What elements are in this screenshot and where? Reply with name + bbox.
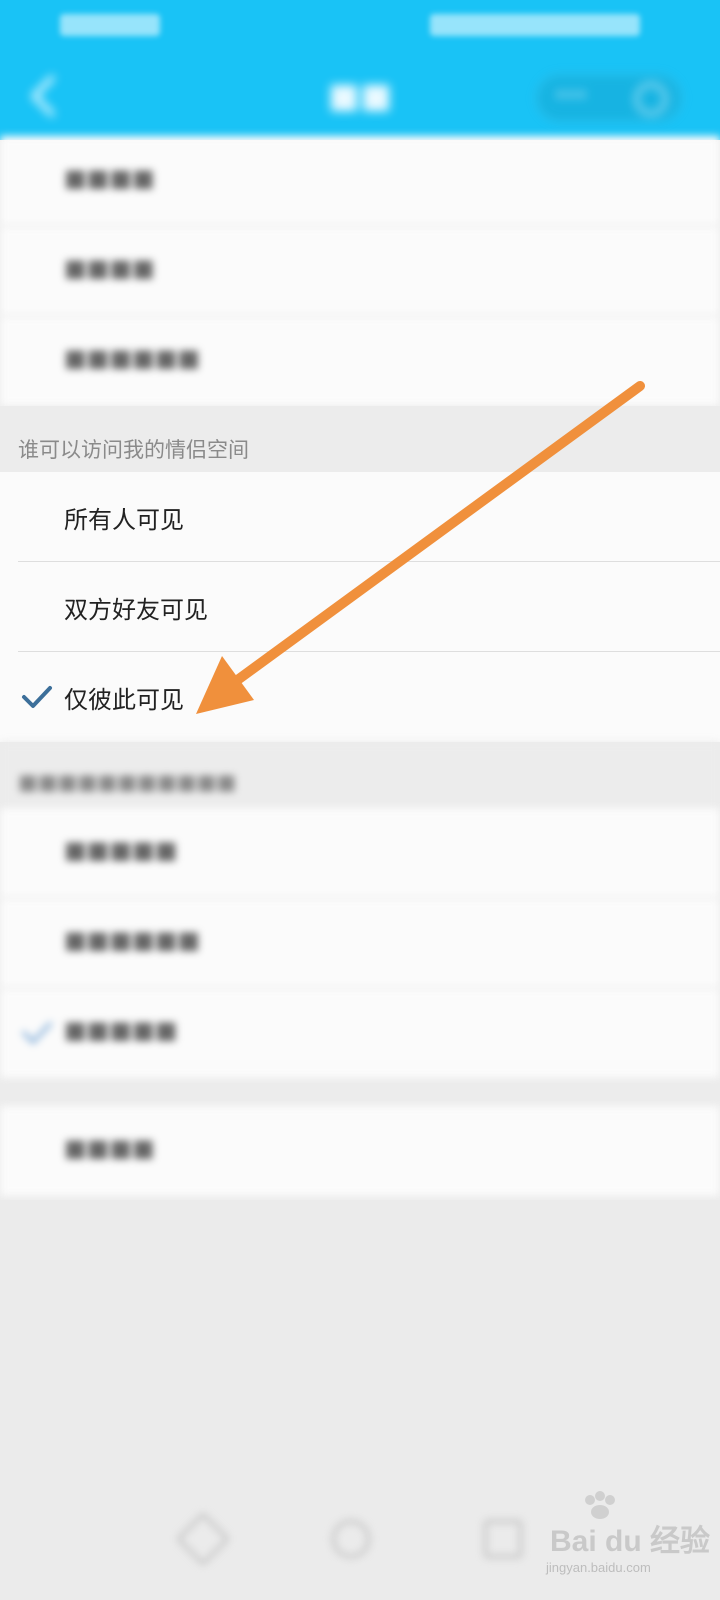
- capsule-menu[interactable]: •••: [536, 74, 682, 122]
- baidu-watermark: Bai du 经验 jingyan.baidu.com: [540, 1490, 710, 1590]
- blurred-row: ■■■■: [0, 226, 720, 316]
- blurred-row: ■■■■■: [0, 808, 720, 898]
- option-all-visible[interactable]: 所有人可见: [0, 472, 720, 562]
- option-label: 双方好友可见: [64, 596, 208, 624]
- check-icon: [22, 1022, 52, 1044]
- nav-bar: ■■ •••: [0, 52, 720, 140]
- blurred-label: ■■■■: [64, 164, 155, 192]
- blurred-row: ■■■■■■: [0, 316, 720, 406]
- blurred-row: ■■■■: [0, 136, 720, 226]
- section-header-visibility: 谁可以访问我的情侣空间: [0, 406, 720, 472]
- blurred-row: ■■■■■■: [0, 898, 720, 988]
- nav-recents-icon[interactable]: [484, 1520, 522, 1558]
- blurred-label: ■■■■■: [64, 1016, 178, 1044]
- blurred-row: ■■■■: [0, 1106, 720, 1196]
- section-title: 谁可以访问我的情侣空间: [18, 438, 249, 462]
- more-icon[interactable]: •••: [555, 85, 587, 106]
- blurred-label: ■■■■: [64, 1134, 155, 1162]
- check-icon: [22, 686, 52, 708]
- blurred-section-header: ■■■■■■■■■■■: [0, 742, 720, 808]
- blurred-label: ■■■■■■■■■■■: [18, 770, 237, 794]
- option-each-other-visible[interactable]: 仅彼此可见: [0, 652, 720, 742]
- blurred-label: ■■■■: [64, 254, 155, 282]
- app-header: ■■ •••: [0, 0, 720, 140]
- nav-back-icon[interactable]: [176, 1512, 230, 1566]
- watermark-brand: Bai du 经验: [550, 1525, 711, 1558]
- watermark-domain: jingyan.baidu.com: [546, 1560, 651, 1575]
- blurred-label: ■■■■■■: [64, 926, 201, 954]
- blurred-row: ■■■■■: [0, 988, 720, 1078]
- blurred-label: ■■■■■■: [64, 344, 201, 372]
- nav-home-icon[interactable]: [332, 1520, 370, 1558]
- option-label: 所有人可见: [64, 506, 184, 534]
- close-circle-icon[interactable]: [635, 83, 667, 115]
- status-bar: [0, 0, 720, 52]
- option-label: 仅彼此可见: [64, 686, 184, 714]
- blurred-label: ■■■■■: [64, 836, 178, 864]
- option-friends-visible[interactable]: 双方好友可见: [0, 562, 720, 652]
